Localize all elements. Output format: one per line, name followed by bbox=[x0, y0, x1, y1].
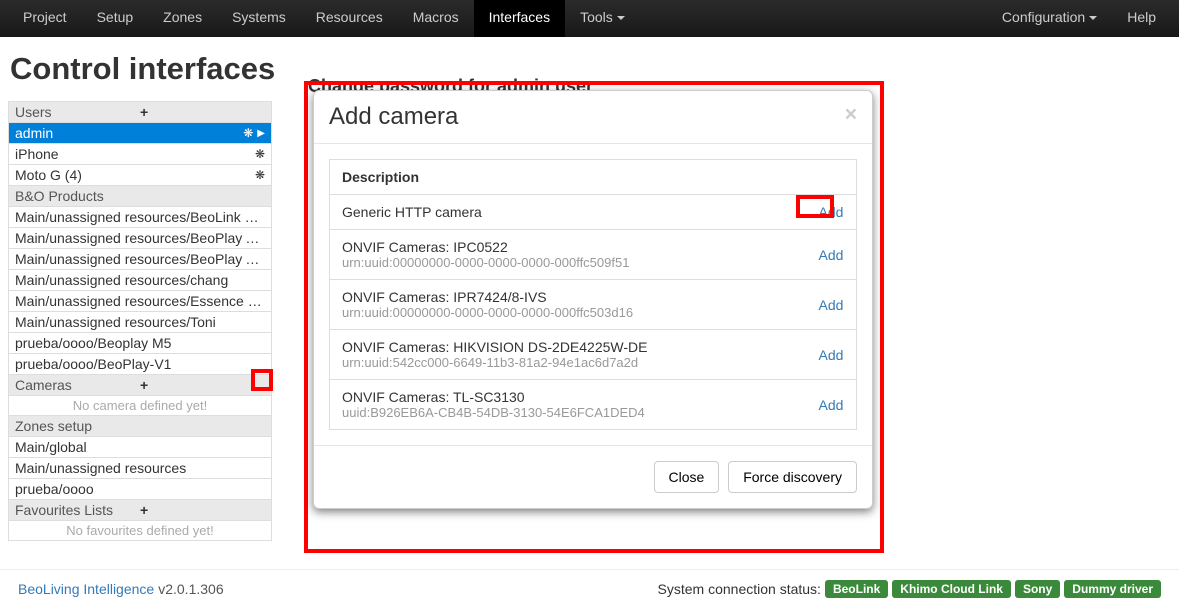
sidebar-item[interactable]: Main/unassigned resources/BeoPlay A6... bbox=[9, 249, 271, 270]
camera-uuid: urn:uuid:542cc000-6649-11b3-81a2-94e1ac6… bbox=[342, 355, 795, 370]
gear-icon[interactable]: ❋ bbox=[255, 168, 265, 182]
force-discovery-button[interactable]: Force discovery bbox=[728, 461, 857, 493]
add-link[interactable]: Add bbox=[819, 397, 844, 413]
table-row: Generic HTTP cameraAdd bbox=[330, 195, 857, 230]
empty-message: No favourites defined yet! bbox=[9, 521, 271, 541]
column-description: Description bbox=[330, 160, 807, 195]
highlight-add bbox=[796, 195, 834, 218]
users-header: Users+ bbox=[9, 102, 271, 123]
close-button[interactable]: Close bbox=[654, 461, 720, 493]
users-header-add[interactable]: + bbox=[140, 104, 265, 120]
sidebar-item[interactable]: admin❋▶ bbox=[9, 123, 271, 144]
nav-macros[interactable]: Macros bbox=[398, 0, 474, 37]
table-row: ONVIF Cameras: IPC0522urn:uuid:00000000-… bbox=[330, 230, 857, 280]
add-link[interactable]: Add bbox=[819, 347, 844, 363]
status-badge: BeoLink bbox=[825, 580, 888, 598]
highlight-plus bbox=[251, 369, 273, 391]
camera-description: ONVIF Cameras: IPC0522 bbox=[342, 239, 795, 255]
table-row: ONVIF Cameras: TL-SC3130uuid:B926EB6A-CB… bbox=[330, 380, 857, 430]
sidebar-item[interactable]: Main/unassigned resources bbox=[9, 458, 271, 479]
table-row: ONVIF Cameras: IPR7424/8-IVSurn:uuid:000… bbox=[330, 280, 857, 330]
nav-resources[interactable]: Resources bbox=[301, 0, 398, 37]
nav-zones[interactable]: Zones bbox=[148, 0, 217, 37]
sidebar-item[interactable]: Main/global bbox=[9, 437, 271, 458]
sidebar-item[interactable]: prueba/oooo bbox=[9, 479, 271, 500]
camera-uuid: urn:uuid:00000000-0000-0000-0000-000ffc5… bbox=[342, 255, 795, 270]
nav-interfaces[interactable]: Interfaces bbox=[474, 0, 565, 37]
sidebar-item[interactable]: Moto G (4)❋ bbox=[9, 165, 271, 186]
top-navbar: ProjectSetupZonesSystemsResourcesMacrosI… bbox=[0, 0, 1179, 37]
add-link[interactable]: Add bbox=[819, 297, 844, 313]
nav-project[interactable]: Project bbox=[8, 0, 82, 37]
products-header: B&O Products bbox=[9, 186, 271, 207]
cameras-header-add[interactable]: + bbox=[140, 377, 265, 393]
nav-help[interactable]: Help bbox=[1112, 0, 1171, 37]
gear-icon[interactable]: ❋ bbox=[243, 126, 253, 140]
close-icon[interactable]: × bbox=[845, 103, 857, 131]
nav-systems[interactable]: Systems bbox=[217, 0, 301, 37]
sidebar-item[interactable]: iPhone❋ bbox=[9, 144, 271, 165]
camera-table: Description Generic HTTP cameraAddONVIF … bbox=[329, 159, 857, 430]
sidebar-item[interactable]: prueba/oooo/Beoplay M5 bbox=[9, 333, 271, 354]
footer: BeoLiving Intelligence v2.0.1.306 System… bbox=[0, 569, 1179, 608]
camera-uuid: urn:uuid:00000000-0000-0000-0000-000ffc5… bbox=[342, 305, 795, 320]
connection-status-label: System connection status: bbox=[658, 581, 821, 597]
empty-message: No camera defined yet! bbox=[9, 396, 271, 416]
footer-version: v2.0.1.306 bbox=[158, 581, 223, 597]
sidebar-item[interactable]: prueba/oooo/BeoPlay-V1 bbox=[9, 354, 271, 375]
table-row: ONVIF Cameras: HIKVISION DS-2DE4225W-DEu… bbox=[330, 330, 857, 380]
sidebar-item[interactable]: Main/unassigned resources/Essence rnd bbox=[9, 291, 271, 312]
nav-setup[interactable]: Setup bbox=[82, 0, 149, 37]
sidebar-item[interactable]: Main/unassigned resources/BeoLink Co... bbox=[9, 207, 271, 228]
modal-title: Add camera bbox=[329, 103, 845, 131]
zones-header: Zones setup bbox=[9, 416, 271, 437]
add-link[interactable]: Add bbox=[819, 247, 844, 263]
status-badge: Khimo Cloud Link bbox=[892, 580, 1011, 598]
play-icon[interactable]: ▶ bbox=[257, 128, 265, 139]
sidebar: Users+admin❋▶iPhone❋Moto G (4)❋B&O Produ… bbox=[8, 101, 272, 541]
footer-brand[interactable]: BeoLiving Intelligence bbox=[18, 581, 154, 597]
camera-description: ONVIF Cameras: TL-SC3130 bbox=[342, 389, 795, 405]
favs-header: Favourites Lists+ bbox=[9, 500, 271, 521]
camera-uuid: uuid:B926EB6A-CB4B-54DB-3130-54E6FCA1DED… bbox=[342, 405, 795, 420]
camera-description: ONVIF Cameras: HIKVISION DS-2DE4225W-DE bbox=[342, 339, 795, 355]
status-badge: Dummy driver bbox=[1064, 580, 1161, 598]
camera-description: Generic HTTP camera bbox=[342, 204, 795, 220]
cameras-header: Cameras+ bbox=[9, 375, 271, 396]
add-camera-modal: Add camera × Description Generic HTTP ca… bbox=[313, 90, 873, 509]
favs-header-add[interactable]: + bbox=[140, 502, 265, 518]
gear-icon[interactable]: ❋ bbox=[255, 147, 265, 161]
sidebar-item[interactable]: Main/unassigned resources/chang bbox=[9, 270, 271, 291]
nav-configuration[interactable]: Configuration bbox=[987, 0, 1112, 37]
nav-tools[interactable]: Tools bbox=[565, 0, 640, 37]
camera-description: ONVIF Cameras: IPR7424/8-IVS bbox=[342, 289, 795, 305]
sidebar-item[interactable]: Main/unassigned resources/Toni bbox=[9, 312, 271, 333]
status-badge: Sony bbox=[1015, 580, 1060, 598]
sidebar-item[interactable]: Main/unassigned resources/BeoPlay A6... bbox=[9, 228, 271, 249]
